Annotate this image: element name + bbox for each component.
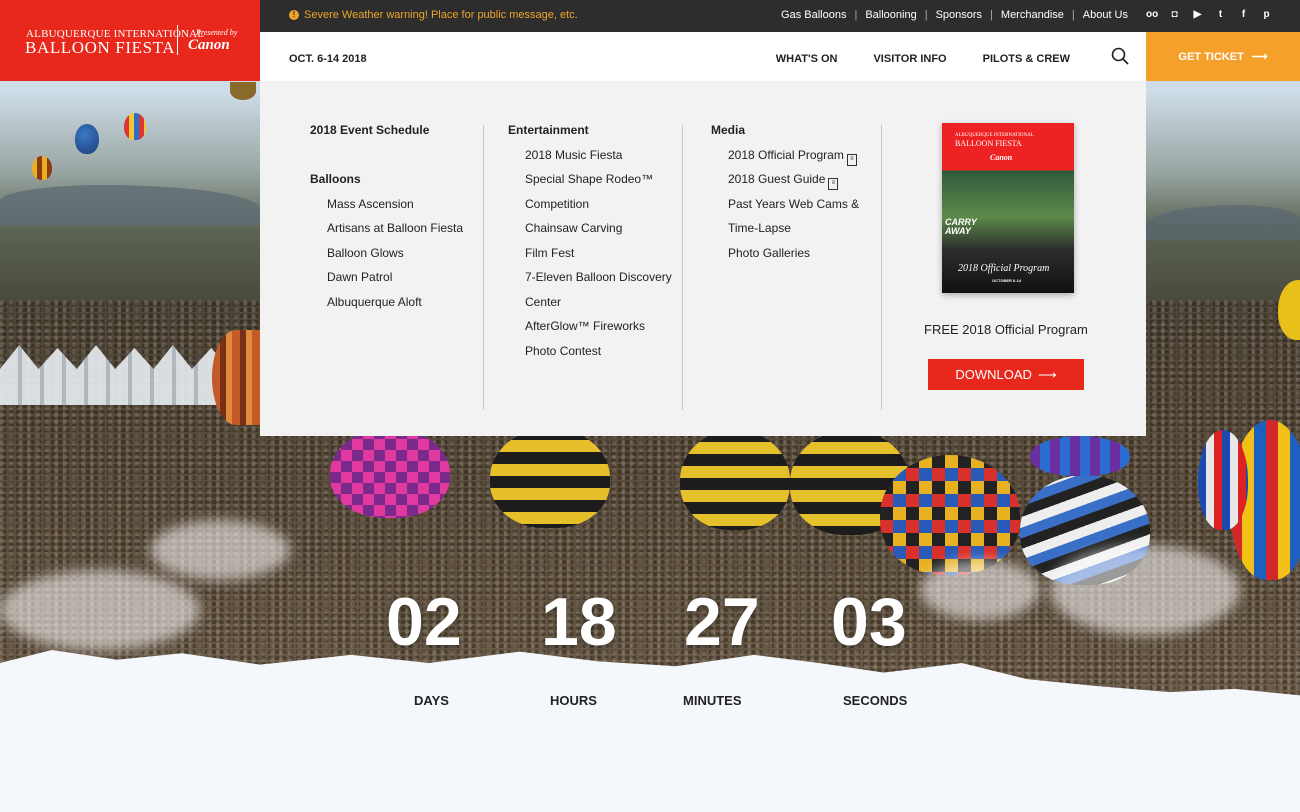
- menu-link-dawn-patrol[interactable]: Dawn Patrol: [310, 270, 463, 295]
- get-ticket-label: GET TICKET: [1178, 50, 1244, 63]
- sponsor-logo: Canon: [188, 37, 230, 53]
- program-cover-image[interactable]: ALBUQUERQUE INTERNATIONAL BALLOON FIESTA…: [942, 123, 1074, 293]
- menu-divider: [682, 125, 683, 410]
- menu-link-balloon-glows[interactable]: Balloon Glows: [310, 246, 463, 271]
- tripadvisor-icon[interactable]: oo: [1146, 9, 1158, 20]
- menu-link-time-lapse[interactable]: Time-Lapse: [711, 221, 859, 246]
- menu-link-photo-galleries[interactable]: Photo Galleries: [711, 246, 859, 271]
- menu-heading-balloons[interactable]: Balloons: [310, 172, 463, 197]
- promo-label: FREE 2018 Official Program: [924, 322, 1088, 337]
- menu-column-media: Media 2018 Official Program ≡ 2018 Guest …: [711, 123, 859, 270]
- info-icon: !: [289, 10, 299, 20]
- countdown-days-label: DAYS: [414, 693, 449, 708]
- util-link-gas-balloons[interactable]: Gas Balloons: [781, 9, 846, 21]
- search-icon[interactable]: [1111, 47, 1129, 65]
- youtube-icon[interactable]: ▶: [1192, 9, 1203, 20]
- whats-on-mega-menu: 2018 Event Schedule Balloons Mass Ascens…: [260, 81, 1146, 436]
- menu-column-entertainment: Entertainment 2018 Music Fiesta Special …: [508, 123, 672, 368]
- menu-link-albuquerque-aloft[interactable]: Albuquerque Aloft: [310, 295, 463, 320]
- menu-link-mass-ascension[interactable]: Mass Ascension: [310, 197, 463, 222]
- official-program-label: 2018 Official Program: [728, 147, 844, 162]
- get-ticket-button[interactable]: GET TICKET ⟶: [1146, 32, 1300, 81]
- countdown-hours-label: HOURS: [550, 693, 597, 708]
- menu-link-balloon-discovery[interactable]: 7-Eleven Balloon Discovery: [508, 270, 672, 295]
- menu-divider: [881, 125, 882, 410]
- nav-whats-on[interactable]: WHAT'S ON: [776, 53, 838, 65]
- arrow-right-icon: ⟶: [1251, 51, 1268, 63]
- utility-links: Gas Balloons | Ballooning | Sponsors | Merc…: [781, 9, 1128, 21]
- logo-line2: BALLOON FIESTA: [25, 38, 176, 57]
- menu-heading-media[interactable]: Media: [711, 123, 859, 148]
- menu-link-artisans[interactable]: Artisans at Balloon Fiesta: [310, 221, 463, 246]
- alert-text: Severe Weather warning! Place for public…: [304, 9, 578, 21]
- util-link-ballooning[interactable]: Ballooning: [865, 9, 916, 21]
- arrow-right-icon: ⟶: [1037, 366, 1057, 382]
- util-link-about-us[interactable]: About Us: [1083, 9, 1128, 21]
- countdown-seconds-label: SECONDS: [843, 693, 908, 708]
- countdown-minutes-label: MINUTES: [683, 693, 742, 708]
- menu-link-special-shape-rodeo[interactable]: Special Shape Rodeo™: [508, 172, 672, 197]
- pdf-icon: ≡: [828, 178, 839, 190]
- countdown-minutes: 27: [684, 584, 760, 660]
- event-dates: OCT. 6-14 2018: [289, 53, 367, 65]
- menu-divider: [483, 125, 484, 410]
- menu-column-balloons: 2018 Event Schedule Balloons Mass Ascens…: [310, 123, 463, 319]
- social-links: oo ◘ ▶ t f p: [1146, 9, 1272, 20]
- util-link-sponsors[interactable]: Sponsors: [936, 9, 982, 21]
- logo-divider: [177, 25, 178, 55]
- site-logo[interactable]: ALBUQUERQUE INTERNATIONAL BALLOON FIESTA…: [0, 0, 260, 81]
- menu-link-web-cams[interactable]: Past Years Web Cams &: [711, 197, 859, 222]
- alert-message[interactable]: ! Severe Weather warning! Place for publ…: [289, 9, 578, 21]
- util-link-merchandise[interactable]: Merchandise: [1001, 9, 1064, 21]
- pdf-icon: ≡: [846, 153, 857, 166]
- menu-link-afterglow[interactable]: AfterGlow™ Fireworks: [508, 319, 672, 344]
- guest-guide-label: 2018 Guest Guide: [728, 172, 826, 186]
- nav-pilots-crew[interactable]: PILOTS & CREW: [983, 53, 1070, 65]
- facebook-icon[interactable]: f: [1238, 9, 1249, 20]
- pinterest-icon[interactable]: p: [1261, 9, 1272, 20]
- menu-link-chainsaw-carving[interactable]: Chainsaw Carving: [508, 221, 672, 246]
- menu-link-film-fest[interactable]: Film Fest: [508, 246, 672, 271]
- countdown-days: 02: [386, 584, 462, 660]
- menu-link-balloon-discovery-cont[interactable]: Center: [508, 295, 672, 320]
- download-button[interactable]: DOWNLOAD ⟶: [928, 359, 1084, 390]
- instagram-icon[interactable]: ◘: [1169, 9, 1180, 20]
- twitter-icon[interactable]: t: [1215, 9, 1226, 20]
- main-nav: OCT. 6-14 2018 WHAT'S ON VISITOR INFO PI…: [260, 32, 1146, 82]
- menu-link-competition[interactable]: Competition: [508, 197, 672, 222]
- menu-link-official-program[interactable]: 2018 Official Program ≡: [711, 148, 859, 173]
- menu-heading-entertainment[interactable]: Entertainment: [508, 123, 672, 148]
- alert-bar: ! Severe Weather warning! Place for publ…: [260, 0, 1300, 32]
- countdown-hours: 18: [541, 584, 617, 660]
- menu-link-event-schedule[interactable]: 2018 Event Schedule: [310, 123, 463, 148]
- countdown-seconds: 03: [831, 584, 907, 660]
- download-label: DOWNLOAD: [955, 367, 1032, 382]
- nav-visitor-info[interactable]: VISITOR INFO: [873, 53, 946, 65]
- menu-link-photo-contest[interactable]: Photo Contest: [508, 344, 672, 369]
- presented-by: Presented by: [196, 28, 238, 37]
- menu-link-music-fiesta[interactable]: 2018 Music Fiesta: [508, 148, 672, 173]
- menu-link-guest-guide[interactable]: 2018 Guest Guide ≡: [711, 172, 859, 197]
